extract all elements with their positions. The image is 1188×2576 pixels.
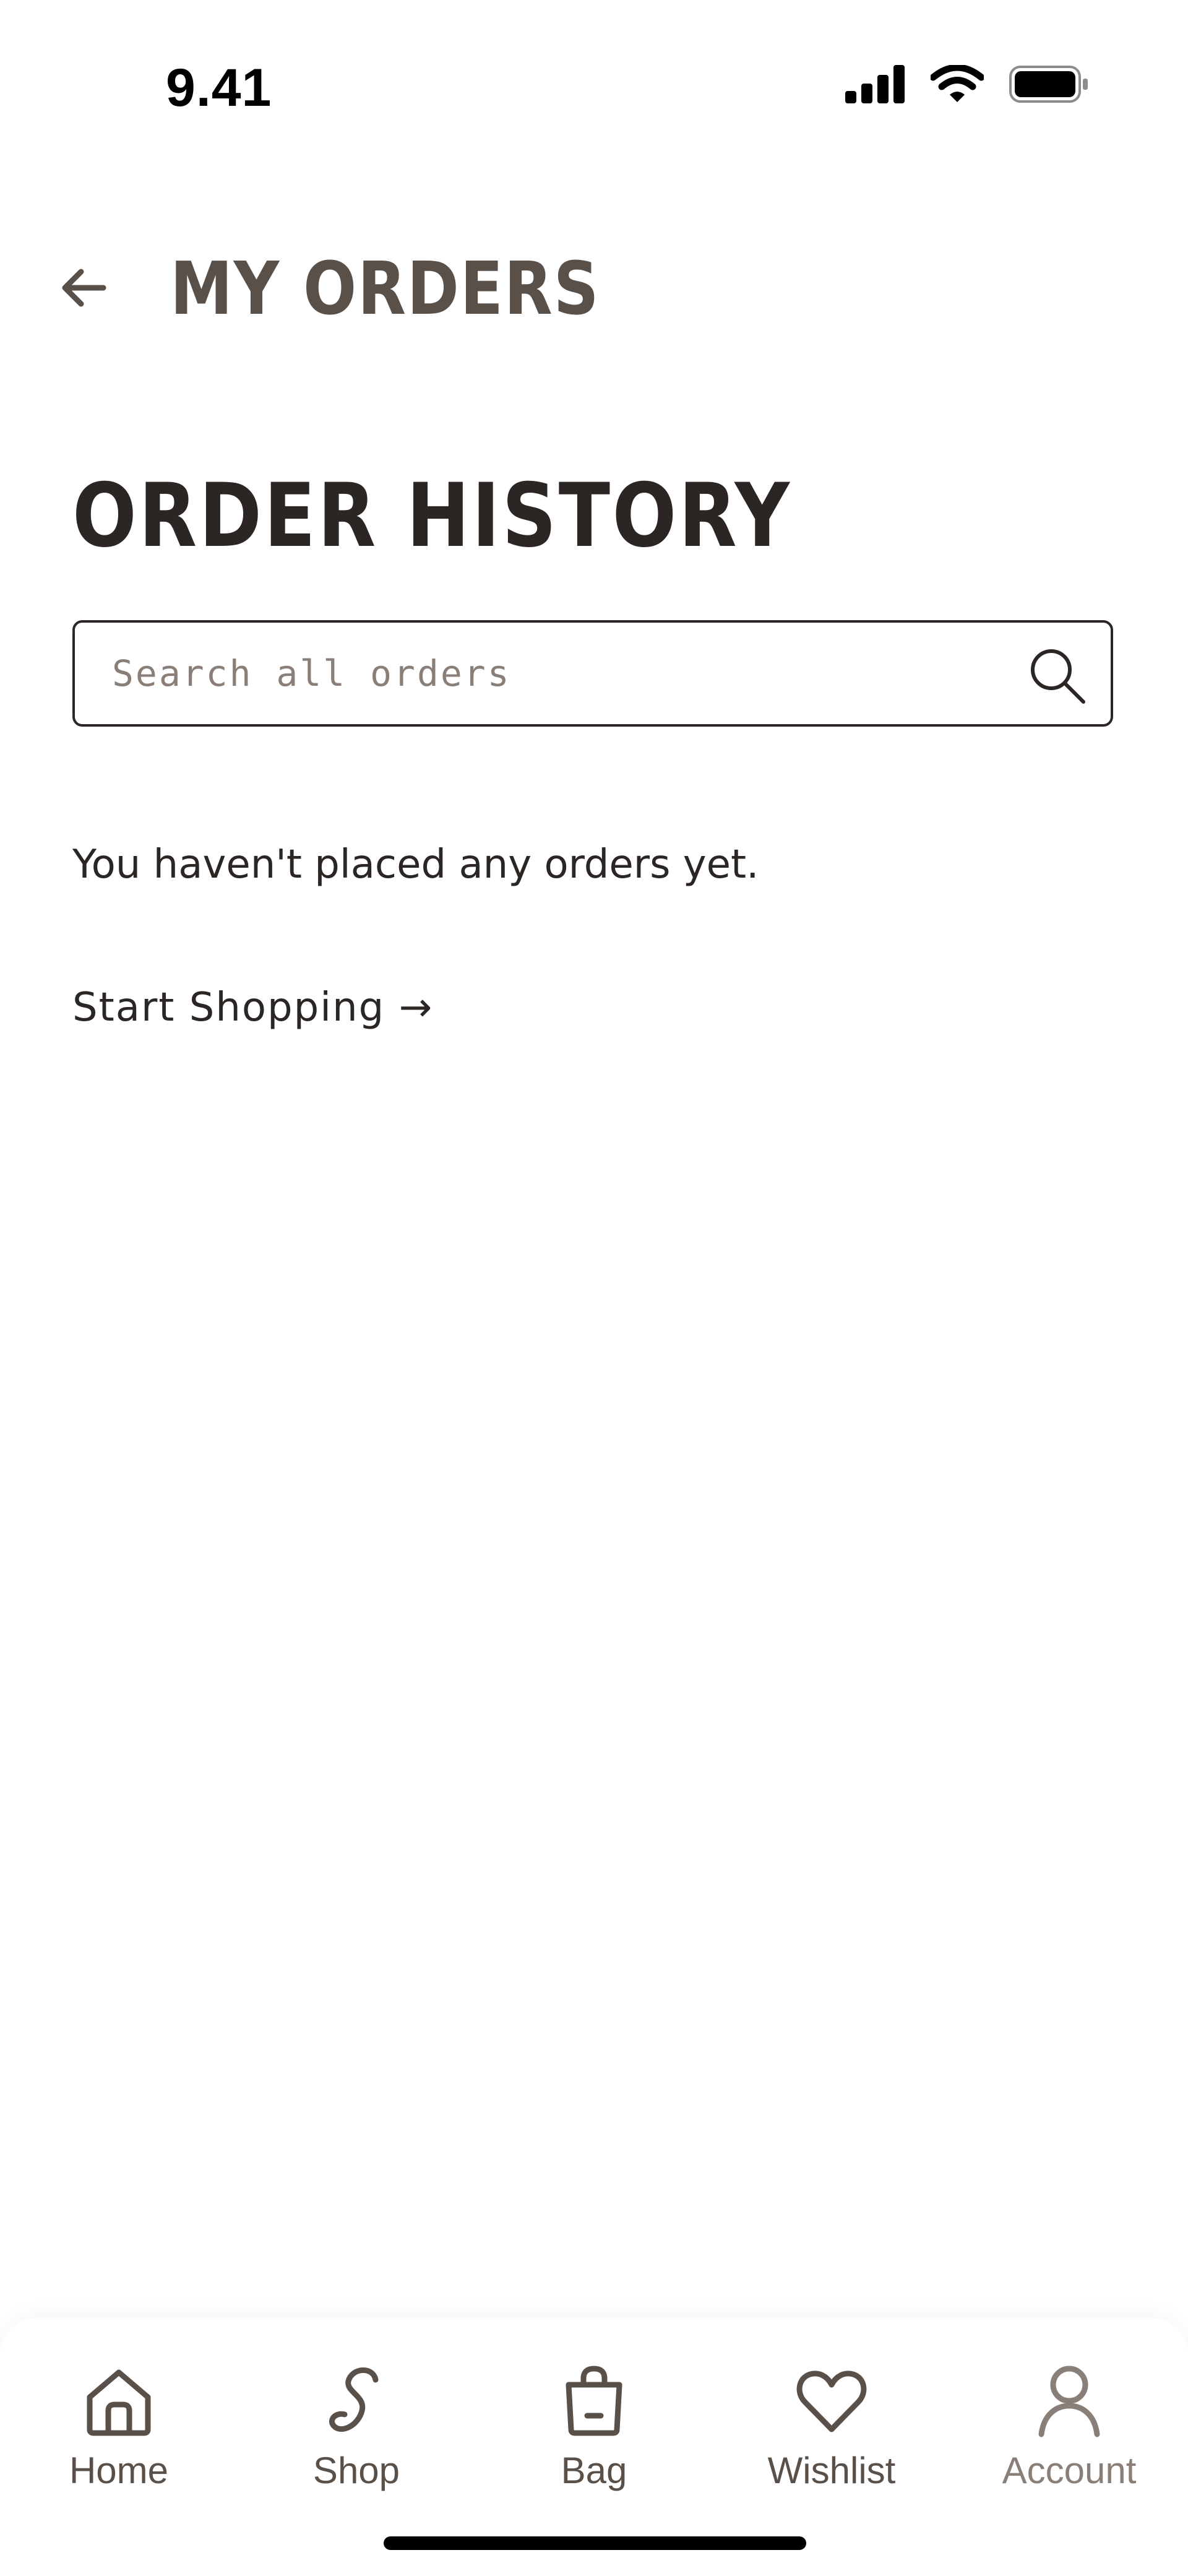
nav-item-home[interactable]: Home [20, 2361, 218, 2516]
status-bar: 9.41 [0, 0, 1188, 142]
nav-item-bag[interactable]: Bag [495, 2361, 693, 2516]
header: MY ORDERS [0, 223, 1188, 353]
cellular-signal-icon [845, 65, 905, 103]
start-shopping-link[interactable]: Start Shopping → [72, 980, 433, 1035]
user-icon [1038, 2366, 1100, 2437]
empty-orders-message: You haven't placed any orders yet. [72, 842, 759, 888]
nav-label-account: Account [1002, 2450, 1137, 2491]
shop-s-icon [329, 2367, 379, 2432]
search-input[interactable] [112, 623, 1003, 724]
nav-label-home: Home [69, 2450, 169, 2491]
heart-icon [796, 2371, 867, 2432]
nav-label-shop: Shop [312, 2450, 400, 2491]
arrow-left-icon [62, 269, 106, 307]
search-icon[interactable] [1027, 645, 1088, 707]
nav-label-bag: Bag [561, 2450, 627, 2491]
nav-label-wishlist: Wishlist [767, 2450, 896, 2491]
home-indicator [384, 2536, 806, 2550]
bag-icon [566, 2366, 622, 2436]
status-time: 9.41 [166, 58, 272, 118]
nav-item-wishlist[interactable]: Wishlist [733, 2361, 931, 2516]
page-title: MY ORDERS [170, 246, 600, 331]
search-box [72, 620, 1113, 727]
nav-item-shop[interactable]: Shop [257, 2361, 455, 2516]
home-icon [87, 2369, 151, 2436]
battery-icon [1009, 66, 1088, 103]
back-button[interactable] [50, 254, 118, 322]
status-icons [845, 65, 1089, 103]
section-title: ORDER HISTORY [72, 465, 792, 567]
nav-item-account[interactable]: Account [970, 2361, 1168, 2516]
wifi-icon [931, 65, 984, 102]
